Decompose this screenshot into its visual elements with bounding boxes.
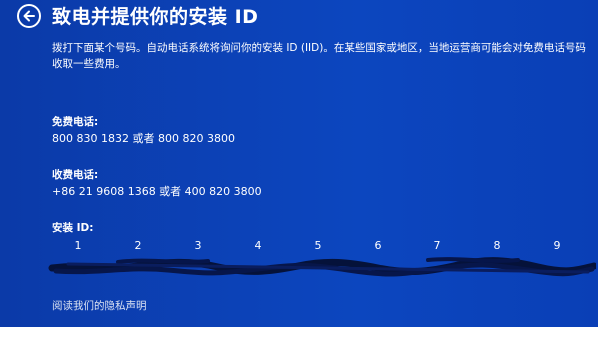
toll-free-numbers: 800 830 1832 或者 800 820 3800 bbox=[52, 132, 235, 145]
id-column-number: 2 bbox=[134, 239, 142, 252]
id-column-number: 9 bbox=[553, 239, 561, 252]
id-column-number: 7 bbox=[433, 239, 441, 252]
back-button[interactable] bbox=[17, 4, 41, 28]
activation-screen: 致电并提供你的安装 ID 拨打下面某个号码。自动电话系统将询问你的安装 ID (… bbox=[0, 0, 598, 327]
id-column-number: 4 bbox=[254, 239, 262, 252]
instructions-text: 拨打下面某个号码。自动电话系统将询问你的安装 ID (IID)。在某些国家或地区… bbox=[52, 42, 586, 70]
installation-id-label: 安装 ID: bbox=[52, 222, 94, 234]
toll-free-label: 免费电话: bbox=[52, 116, 99, 128]
page-title: 致电并提供你的安装 ID bbox=[52, 6, 259, 28]
id-column-number: 8 bbox=[493, 239, 501, 252]
redacted-installation-id bbox=[48, 257, 596, 277]
arrow-left-icon bbox=[23, 10, 35, 22]
id-column-number: 6 bbox=[374, 239, 382, 252]
privacy-statement-link[interactable]: 阅读我们的隐私声明 bbox=[52, 298, 147, 313]
toll-numbers: +86 21 9608 1368 或者 400 820 3800 bbox=[52, 185, 262, 198]
id-column-number: 1 bbox=[74, 239, 82, 252]
toll-label: 收费电话: bbox=[52, 169, 99, 181]
id-column-number: 3 bbox=[194, 239, 202, 252]
id-column-number: 5 bbox=[314, 239, 322, 252]
